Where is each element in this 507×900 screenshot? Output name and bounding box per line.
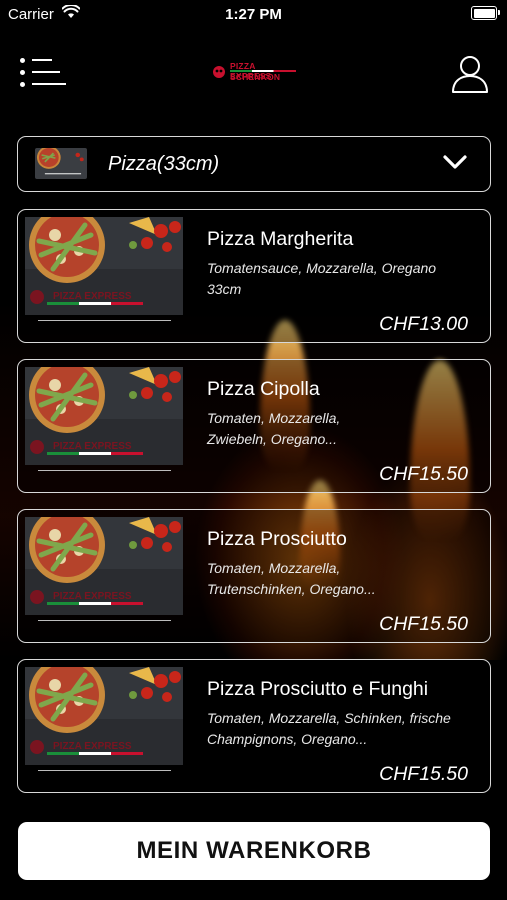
item-description-line: Tomatensauce, Mozzarella, Oregano — [207, 260, 437, 276]
category-label: Pizza(33cm) — [108, 153, 220, 175]
svg-text:PIZZA EXPRESS: PIZZA EXPRESS — [53, 441, 132, 452]
item-price: CHF15.50 — [379, 463, 468, 485]
pizza-image: PIZZA EXPRESS — [25, 367, 183, 465]
clock: 1:27 PM — [225, 6, 282, 23]
item-description-line: Tomaten, Mozzarella, — [207, 410, 341, 426]
pizza-image: PIZZA EXPRESS — [25, 217, 183, 315]
pizza-image: PIZZA EXPRESS — [25, 667, 183, 765]
menu-item-card[interactable]: PIZZA EXPRESS Pizza Prosciutto Tomaten, … — [17, 509, 491, 643]
list-menu-icon[interactable] — [18, 54, 66, 90]
battery-icon — [471, 6, 500, 20]
image-divider — [38, 770, 171, 771]
svg-text:PIZZA EXPRESS: PIZZA EXPRESS — [53, 741, 132, 752]
category-thumbnail — [35, 148, 87, 179]
item-description-line: Zwiebeln, Oregano... — [207, 431, 337, 447]
menu-item-card[interactable]: PIZZA EXPRESS Pizza Prosciutto e Funghi … — [17, 659, 491, 793]
cart-button[interactable]: MEIN WARENKORB — [18, 822, 490, 880]
item-description-line: Trutenschinken, Oregano... — [207, 581, 376, 597]
svg-text:PIZZA EXPRESS: PIZZA EXPRESS — [53, 591, 132, 602]
item-price: CHF15.50 — [379, 763, 468, 785]
menu-item-card[interactable]: PIZZA EXPRESS Pizza Margherita Tomatensa… — [17, 209, 491, 343]
item-description: Tomaten, Mozzarella, Schinken, frische C… — [207, 708, 485, 750]
logo-mark-icon — [213, 66, 225, 78]
logo-text-bottom: SCHENKON — [230, 72, 281, 82]
user-icon[interactable] — [450, 52, 490, 94]
item-description-line: Tomaten, Mozzarella, Schinken, frische — [207, 710, 451, 726]
image-divider — [38, 470, 171, 471]
item-description-line: 33cm — [207, 281, 242, 297]
item-description-line: Champignons, Oregano... — [207, 731, 368, 747]
item-name: Pizza Margherita — [207, 228, 354, 250]
app-header: PIZZA EXPRESS SCHENKON — [0, 48, 507, 98]
item-price: CHF13.00 — [379, 313, 468, 335]
item-name: Pizza Cipolla — [207, 378, 320, 400]
pizza-image: PIZZA EXPRESS — [25, 517, 183, 615]
svg-text:PIZZA EXPRESS: PIZZA EXPRESS — [53, 291, 132, 302]
category-selector[interactable]: Pizza(33cm) — [17, 136, 491, 192]
item-description: Tomaten, Mozzarella, Zwiebeln, Oregano..… — [207, 408, 485, 450]
item-description: Tomaten, Mozzarella, Trutenschinken, Ore… — [207, 558, 485, 600]
menu-item-card[interactable]: PIZZA EXPRESS Pizza Cipolla Tomaten, Moz… — [17, 359, 491, 493]
chevron-down-icon — [443, 155, 467, 169]
status-bar: Carrier 1:27 PM — [0, 0, 507, 28]
brand-logo: PIZZA EXPRESS SCHENKON — [212, 61, 298, 83]
item-name: Pizza Prosciutto — [207, 528, 347, 550]
item-description: Tomatensauce, Mozzarella, Oregano 33cm — [207, 258, 485, 300]
image-divider — [38, 620, 171, 621]
item-name: Pizza Prosciutto e Funghi — [207, 678, 429, 700]
item-price: CHF15.50 — [379, 613, 468, 635]
item-description-line: Tomaten, Mozzarella, — [207, 560, 341, 576]
image-divider — [38, 320, 171, 321]
